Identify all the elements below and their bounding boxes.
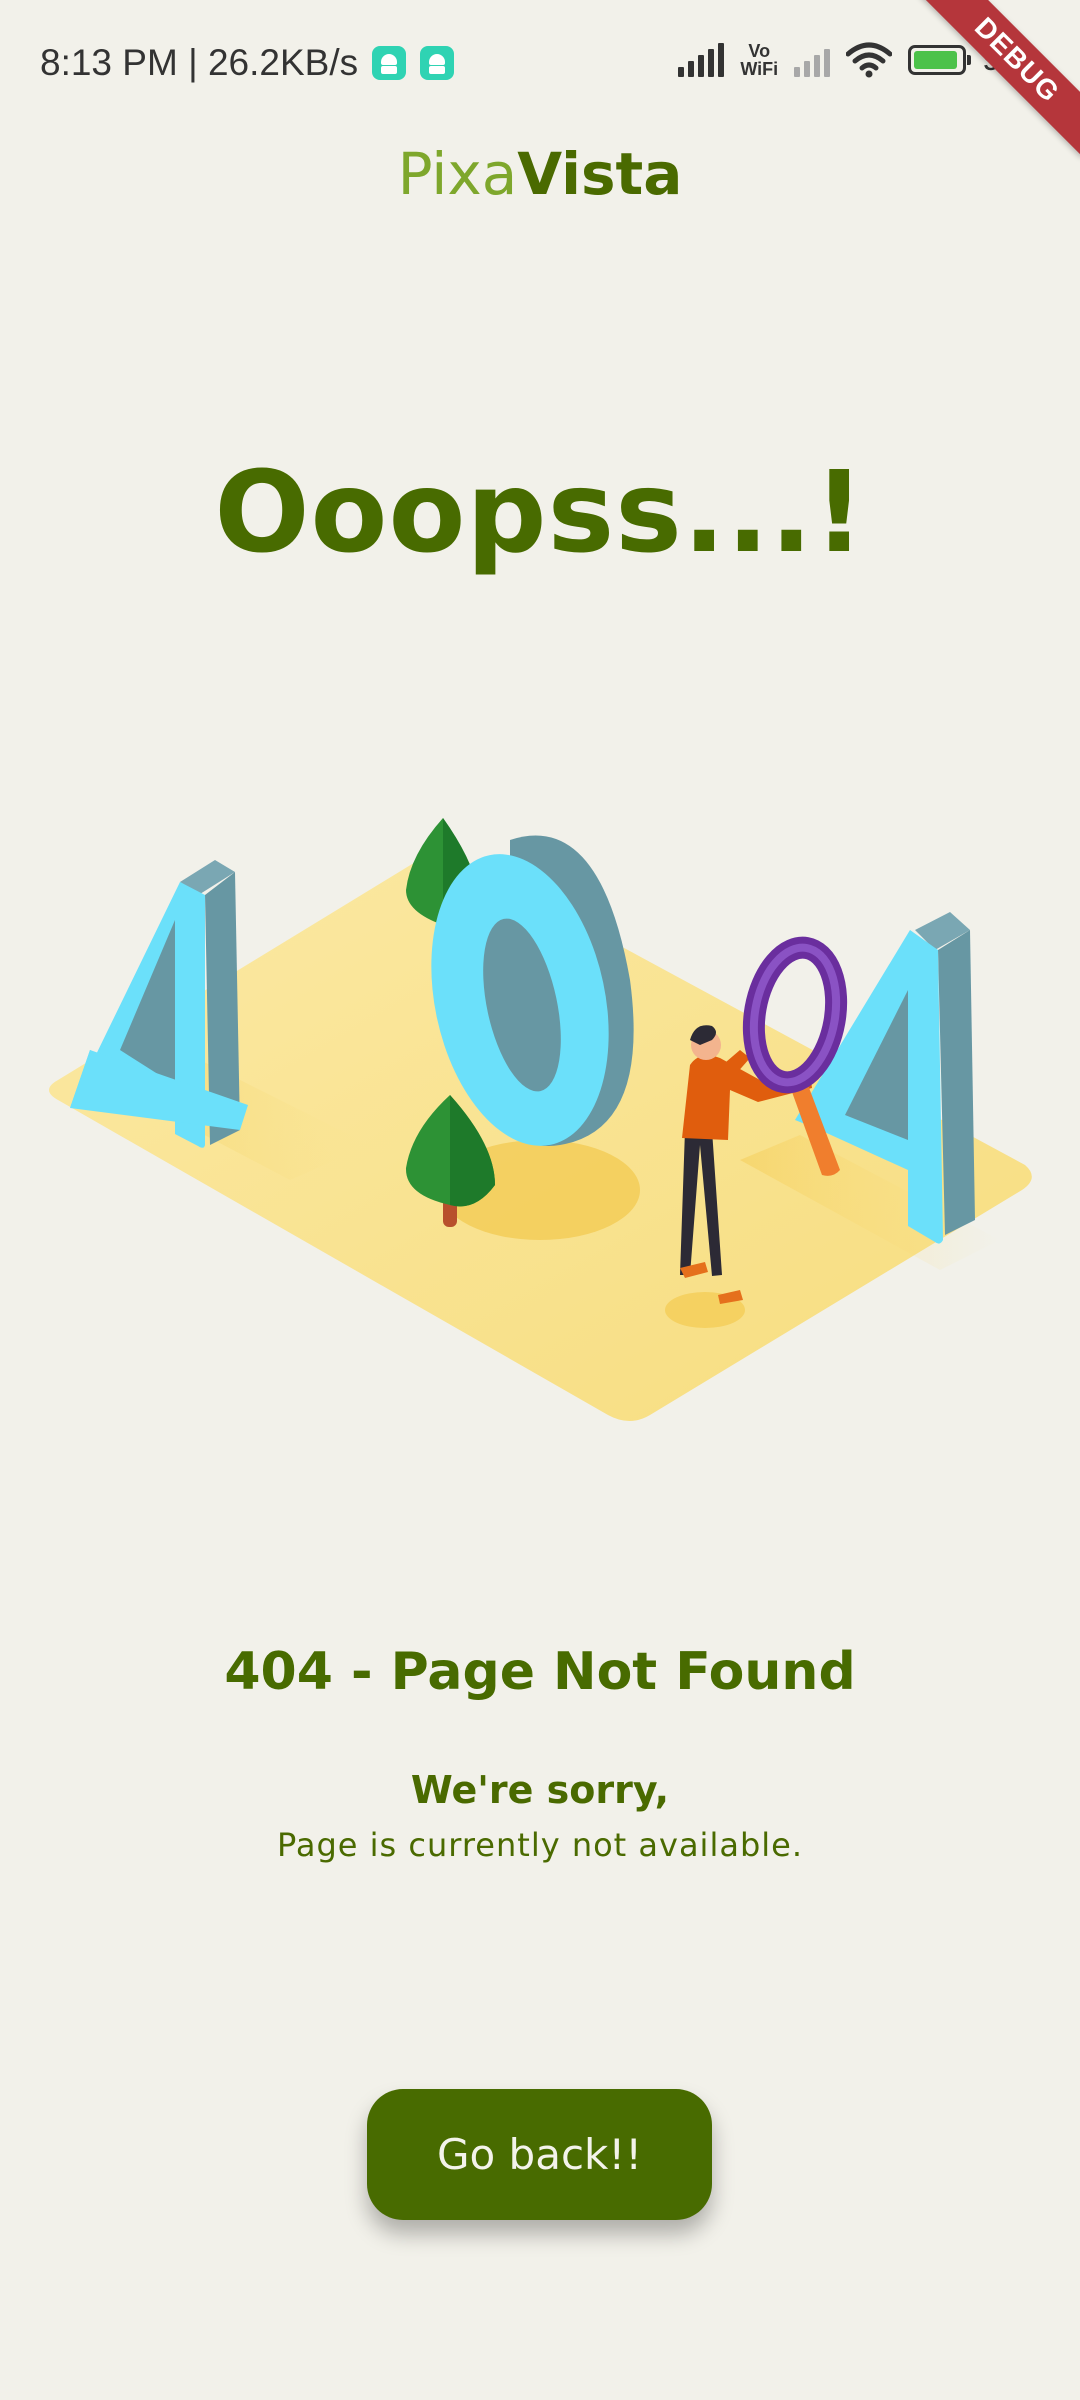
vowifi-bottom: WiFi (740, 58, 779, 79)
sorry-text: We're sorry, (410, 1768, 670, 1812)
vowifi-icon: Vo WiFi (740, 42, 778, 78)
status-left: 8:13 PM | 26.2KB/s (40, 42, 455, 84)
signal-no-service-icon (794, 43, 831, 77)
page-headline: Ooopss...! (214, 448, 866, 578)
status-time: 8:13 PM | 26.2KB/s (40, 42, 359, 83)
vowifi-top: Vo (748, 40, 771, 61)
unavailable-text: Page is currently not available. (277, 1826, 803, 1864)
status-right: Vo WiFi 95 (678, 40, 1020, 79)
android-app-icon (420, 46, 455, 80)
error-title: 404 - Page Not Found (224, 1642, 856, 1702)
go-back-button[interactable]: Go back!! (367, 2089, 712, 2220)
status-bar: 8:13 PM | 26.2KB/s Vo WiFi 95 (0, 0, 1080, 130)
logo-light-text: Pixa (397, 140, 518, 208)
digit-4-left (70, 860, 248, 1148)
signal-icon (678, 42, 725, 77)
404-illustration (49, 818, 1032, 1421)
wifi-icon (846, 42, 893, 77)
logo-bold-text: Vista (517, 140, 683, 208)
app-logo: PixaVista (0, 140, 1080, 208)
battery-charging-icon (908, 44, 972, 75)
android-app-icon (372, 46, 407, 80)
